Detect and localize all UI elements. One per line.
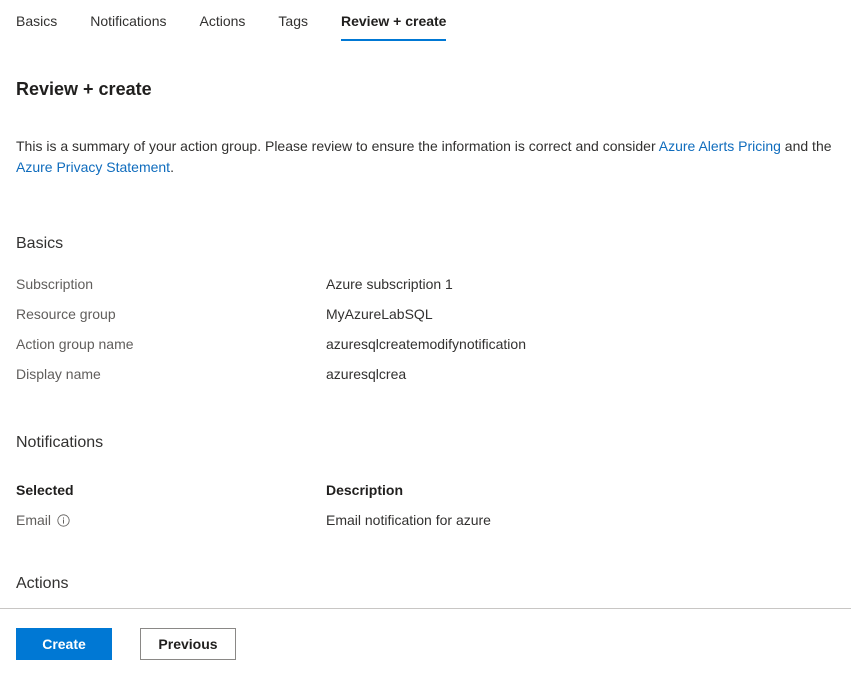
summary-row: Subscription Azure subscription 1 — [16, 274, 835, 304]
summary-row-label: Subscription — [16, 276, 94, 292]
tab-actions-label: Actions — [199, 13, 246, 29]
table-header-row: Selected Description — [16, 475, 835, 505]
create-button[interactable]: Create — [16, 628, 112, 660]
basics-summary-list: Subscription Azure subscription 1 Resour… — [16, 274, 835, 394]
info-icon[interactable] — [57, 513, 70, 527]
table-cell-selected-label: Email — [16, 512, 52, 528]
summary-row-value: azuresqlcrea — [326, 366, 407, 382]
tab-actions[interactable]: Actions — [200, 0, 246, 41]
summary-row-label: Resource group — [16, 306, 116, 322]
basics-section-title: Basics — [16, 235, 64, 252]
notifications-table: Selected Description Email Email notific… — [16, 475, 835, 535]
review-create-pane: Review + create This is a summary of you… — [0, 77, 851, 595]
summary-row: Action group name azuresqlcreatemodifyno… — [16, 334, 835, 364]
table-row: Email Email notification for azure — [16, 505, 835, 535]
tab-tags[interactable]: Tags — [278, 0, 308, 41]
summary-text-part2: and the — [780, 138, 832, 154]
tab-basics-label: Basics — [16, 13, 58, 29]
tab-basics[interactable]: Basics — [16, 0, 57, 41]
summary-row-value: MyAzureLabSQL — [326, 306, 433, 322]
summary-description: This is a summary of your action group. … — [16, 136, 835, 178]
notifications-section-title: Notifications — [16, 434, 104, 451]
summary-text-part3: . — [170, 159, 174, 175]
tab-review-create[interactable]: Review + create — [341, 0, 447, 41]
summary-row: Display name azuresqlcrea — [16, 364, 835, 394]
summary-row-label: Action group name — [16, 336, 134, 352]
azure-privacy-statement-link[interactable]: Azure Privacy Statement — [16, 159, 170, 175]
summary-row-value: azuresqlcreatemodifynotification — [326, 336, 526, 352]
summary-row-value: Azure subscription 1 — [326, 276, 453, 292]
table-cell-selected: Email — [16, 510, 326, 530]
previous-button[interactable]: Previous — [140, 628, 236, 660]
actions-section-title: Actions — [16, 575, 69, 592]
tab-notifications-label: Notifications — [90, 13, 167, 29]
summary-text-part1: This is a summary of your action group. … — [16, 138, 659, 154]
azure-alerts-pricing-link[interactable]: Azure Alerts Pricing — [659, 138, 781, 154]
tab-notifications[interactable]: Notifications — [90, 0, 166, 41]
summary-row: Resource group MyAzureLabSQL — [16, 304, 835, 334]
wizard-footer: Create Previous — [0, 609, 851, 679]
tab-tags-label: Tags — [278, 13, 308, 29]
column-header-selected: Selected — [16, 482, 74, 498]
table-cell-description: Email notification for azure — [326, 512, 491, 528]
wizard-tab-strip: Basics Notifications Actions Tags Review… — [0, 0, 851, 48]
page-title: Review + create — [16, 79, 152, 99]
tab-review-create-label: Review + create — [341, 13, 447, 29]
column-header-description: Description — [326, 482, 404, 498]
summary-row-label: Display name — [16, 366, 101, 382]
